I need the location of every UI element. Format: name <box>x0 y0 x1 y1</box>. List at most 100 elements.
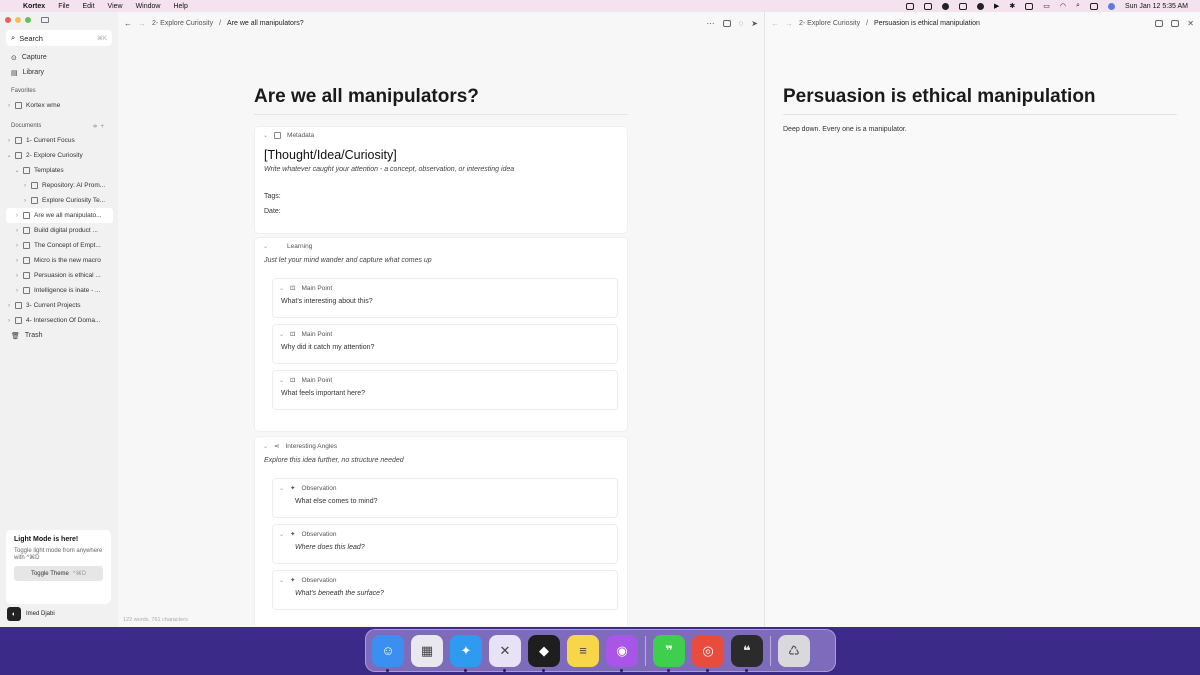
document-tree-item[interactable]: ⌄ 2- Explore Curiosity <box>0 148 118 163</box>
chevron-down-icon[interactable]: ⌄ <box>279 377 284 384</box>
menu-edit[interactable]: Edit <box>82 3 94 10</box>
close-icon[interactable]: ✕ <box>1187 19 1194 28</box>
chevron-right-icon[interactable]: › <box>5 103 13 109</box>
control-center-icon[interactable] <box>1089 2 1098 10</box>
document-tree-item[interactable]: › Persuasion is ethical ... <box>0 268 118 283</box>
sidebar-item-capture[interactable]: ⊙ Capture <box>0 50 118 65</box>
main-point-text[interactable]: Why did it catch my attention? <box>273 338 617 351</box>
chevron-right-icon[interactable]: › <box>13 213 21 219</box>
chevron-down-icon[interactable]: ⌄ <box>5 152 13 159</box>
chevron-right-icon[interactable]: › <box>5 303 13 309</box>
bluetooth-icon[interactable]: ✱ <box>1009 2 1015 10</box>
document-tree-item[interactable]: › Intelligence is inate - ... <box>0 283 118 298</box>
document-tree-item[interactable]: › 4- Intersection Of Doma... <box>0 313 118 328</box>
chevron-down-icon[interactable]: ⌄ <box>279 285 284 292</box>
metadata-header[interactable]: ⌄ Metadata <box>255 127 627 144</box>
page-title[interactable]: Persuasion is ethical manipulation <box>783 86 1096 108</box>
user-profile[interactable]: ◐ Imed Djabi <box>7 607 55 621</box>
tags-field[interactable]: Tags: <box>255 189 627 204</box>
document-tree-item[interactable]: › Micro is the new macro <box>0 253 118 268</box>
more-options-icon[interactable]: ⋯ <box>707 19 715 28</box>
open-split-icon[interactable] <box>722 19 731 27</box>
metadata-prompt[interactable]: Write whatever caught your attention - a… <box>255 164 627 175</box>
document-tree-item[interactable]: › Build digital product ... <box>0 223 118 238</box>
metadata-heading[interactable]: [Thought/Idea/Curiosity] <box>255 144 627 164</box>
chevron-right-icon[interactable]: › <box>21 183 29 189</box>
document-tree-item[interactable]: › Repository: AI Prom... <box>0 178 118 193</box>
sidebar-item-trash[interactable]: 🗑 Trash <box>0 328 118 343</box>
document-tree-item[interactable]: › 1- Current Focus <box>0 133 118 148</box>
breadcrumb-parent[interactable]: 2- Explore Curiosity <box>799 20 860 27</box>
chevron-right-icon[interactable]: › <box>5 138 13 144</box>
chevron-right-icon[interactable]: › <box>21 198 29 204</box>
keyboard-icon[interactable] <box>1025 2 1034 10</box>
dock-podcasts-icon[interactable]: ◉ <box>606 634 638 672</box>
dock-chrome-icon[interactable]: ◎ <box>692 634 724 672</box>
chevron-right-icon[interactable]: › <box>13 273 21 279</box>
comment-icon[interactable]: ◌ <box>739 19 744 28</box>
play-icon[interactable]: ▶ <box>994 2 999 10</box>
chevron-right-icon[interactable]: › <box>13 288 21 294</box>
observation-text[interactable]: What's beneath the surface? <box>273 584 617 597</box>
chevron-down-icon[interactable]: ⌄ <box>263 243 268 250</box>
dock-chatgpt-icon[interactable]: ❝ <box>731 634 763 672</box>
battery-icon[interactable]: ▭ <box>1043 2 1050 10</box>
menu-help[interactable]: Help <box>173 3 187 10</box>
breadcrumb-parent[interactable]: 2- Explore Curiosity <box>152 20 213 27</box>
page-title[interactable]: Are we all manipulators? <box>254 86 479 108</box>
chevron-down-icon[interactable]: ⌄ <box>279 577 284 584</box>
main-point-text[interactable]: What feels important here? <box>273 384 617 397</box>
back-arrow-icon[interactable]: ← <box>124 19 132 28</box>
record-icon[interactable] <box>977 2 985 10</box>
chevron-down-icon[interactable]: ⌄ <box>13 167 21 174</box>
menu-file[interactable]: File <box>58 3 69 10</box>
sidebar-item-library[interactable]: ▤ Library <box>0 65 118 80</box>
dock-launchpad-icon[interactable]: ▦ <box>411 634 443 667</box>
chatgpt-status-icon[interactable] <box>906 2 915 10</box>
chevron-right-icon[interactable]: › <box>13 243 21 249</box>
chevron-right-icon[interactable]: › <box>13 258 21 264</box>
menu-clock[interactable]: Sun Jan 12 5:35 AM <box>1125 3 1188 10</box>
creative-cloud-icon[interactable] <box>942 2 950 10</box>
chevron-right-icon[interactable]: › <box>13 228 21 234</box>
chevron-down-icon[interactable]: ⌄ <box>263 443 268 450</box>
angles-prompt[interactable]: Explore this idea further, no structure … <box>255 455 627 466</box>
observation-text[interactable]: What else comes to mind? <box>273 492 617 505</box>
forward-arrow-icon[interactable]: → <box>138 19 146 28</box>
menu-view[interactable]: View <box>108 3 123 10</box>
dock-trash-icon[interactable]: ♺ <box>778 634 810 667</box>
observation-card[interactable]: ⌄ ✦ Observation What else comes to mind? <box>272 478 618 518</box>
document-tree-item[interactable]: › The Concept of Empt... <box>0 238 118 253</box>
dock-messages-icon[interactable]: ❞ <box>653 634 685 672</box>
observation-card[interactable]: ⌄ ✦ Observation Where does this lead? <box>272 524 618 564</box>
chevron-down-icon[interactable]: ⌄ <box>279 331 284 338</box>
search-input[interactable]: ⌕ Search ⌘K <box>6 30 112 46</box>
date-field[interactable]: Date: <box>255 204 627 219</box>
screen-status-icon[interactable] <box>924 2 933 10</box>
main-point-text[interactable]: What's interesting about this? <box>273 292 617 305</box>
dock-kortex-icon[interactable]: ✕ <box>489 634 521 672</box>
observation-card[interactable]: ⌄ ✦ Observation What's beneath the surface… <box>272 570 618 610</box>
chevron-right-icon[interactable]: › <box>5 318 13 324</box>
favorite-item[interactable]: › Kortex wme <box>0 98 118 113</box>
back-arrow-icon[interactable]: ← <box>771 19 779 28</box>
spotlight-icon[interactable]: ⌕ <box>1076 2 1080 10</box>
page-body[interactable]: Deep down. Every one is a manipulator. <box>783 126 907 133</box>
wifi-icon[interactable]: ◠ <box>1060 2 1066 10</box>
main-point-card[interactable]: ⌄ ⊡ Main Point What's interesting about th… <box>272 278 618 318</box>
vpn-status-icon[interactable] <box>959 2 968 10</box>
learning-prompt[interactable]: Just let your mind wander and capture wh… <box>255 255 627 266</box>
share-icon[interactable]: ➤ <box>751 19 758 28</box>
open-split-icon[interactable] <box>1155 19 1164 27</box>
dock-figma-icon[interactable]: ◆ <box>528 634 560 672</box>
close-window-button[interactable] <box>5 17 11 23</box>
observation-text[interactable]: Where does this lead? <box>273 538 617 551</box>
dock-finder-icon[interactable]: ☺ <box>372 634 404 672</box>
document-tree-item[interactable]: › Explore Curiosity Te... <box>0 193 118 208</box>
breadcrumb-current[interactable]: Persuasion is ethical manipulation <box>874 20 980 27</box>
document-tree-item[interactable]: › Are we all manipulato... <box>6 208 113 223</box>
menu-window[interactable]: Window <box>136 3 161 10</box>
learning-header[interactable]: ⌄ Learning <box>255 238 627 255</box>
angles-header[interactable]: ⌄ ⋖ Interesting Angles <box>255 437 627 455</box>
document-tree-item[interactable]: › 3- Current Projects <box>0 298 118 313</box>
